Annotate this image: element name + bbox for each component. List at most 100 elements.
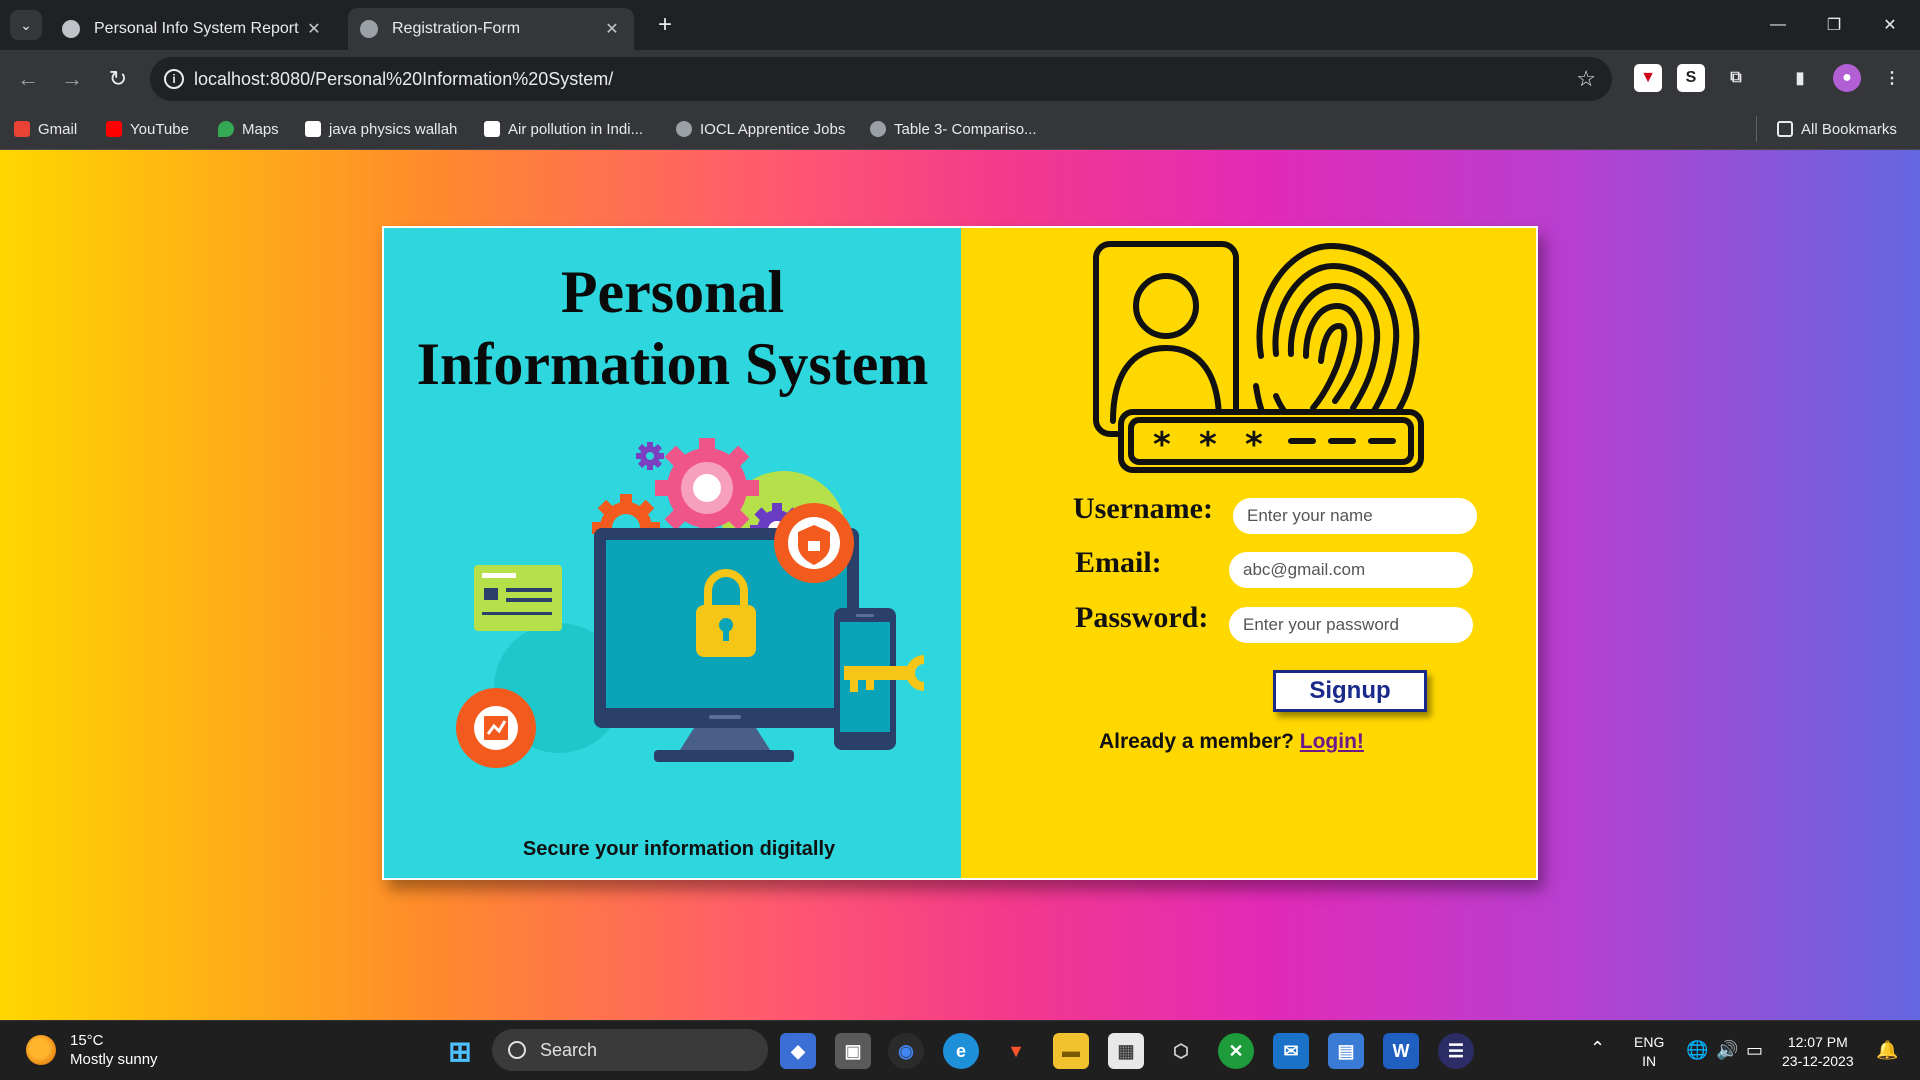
identity-fingerprint-icon: * * * — [1093, 241, 1424, 473]
menu-kebab-icon[interactable]: ⋮ — [1878, 64, 1906, 92]
close-tab-icon[interactable]: ✕ — [304, 19, 324, 39]
battery-icon[interactable]: ▭ — [1746, 1041, 1763, 1060]
network-globe-icon[interactable]: 🌐 — [1686, 1041, 1708, 1060]
tab-personal-info-report[interactable]: Personal Info System Report ✕ — [50, 8, 336, 50]
youtube-icon — [106, 121, 122, 137]
bookmark-star-icon[interactable]: ☆ — [1576, 66, 1596, 92]
s-extension-icon[interactable]: S — [1677, 64, 1705, 92]
new-tab-button[interactable]: + — [650, 10, 680, 40]
globe-favicon-icon — [360, 20, 378, 38]
login-link[interactable]: Login! — [1300, 730, 1364, 753]
signup-button[interactable]: Signup — [1273, 670, 1427, 712]
reload-icon[interactable]: ↻ — [102, 64, 134, 94]
back-icon[interactable]: ← — [12, 64, 44, 94]
clock[interactable]: 12:07 PM 23-12-2023 — [1782, 1033, 1854, 1071]
purple-gear-small-icon — [636, 442, 664, 470]
file-explorer-icon[interactable]: ▬ — [1053, 1033, 1089, 1069]
forward-icon[interactable]: → — [56, 64, 88, 94]
microsoft-store-icon[interactable]: ▦ — [1108, 1033, 1144, 1069]
username-input[interactable] — [1233, 498, 1477, 534]
chrome-icon[interactable]: ◉ — [888, 1033, 924, 1069]
bookmark-label: Table 3- Compariso... — [894, 120, 1037, 138]
tab-title: Registration-Form — [392, 20, 521, 37]
bookmark-label: Air pollution in Indi... — [508, 120, 644, 138]
email-label: Email: — [1075, 546, 1162, 579]
all-bookmarks[interactable]: All Bookmarks — [1756, 116, 1897, 142]
bookmark-table3[interactable]: Table 3- Compariso... — [870, 116, 1037, 142]
site-info-icon[interactable]: i — [164, 69, 184, 89]
bookmark-label: Maps — [242, 120, 279, 138]
restore-icon[interactable]: ❐ — [1814, 10, 1854, 40]
tagline: Secure your information digitally — [522, 838, 836, 860]
pocket-extension-icon[interactable]: ▼ — [1634, 64, 1662, 92]
pw-icon — [305, 121, 321, 137]
asterisk-glyph: * — [1153, 425, 1171, 465]
browser-toolbar: ← → ↻ i localhost:8080/Personal%20Inform… — [0, 50, 1920, 108]
lang-line1: ENG — [1634, 1034, 1665, 1050]
page-title: Personal Information System — [384, 256, 961, 400]
search-label: Search — [540, 1039, 598, 1060]
bookmark-air-pollution[interactable]: Air pollution in Indi... — [484, 116, 643, 142]
chart-badge-icon — [456, 688, 536, 768]
volume-icon[interactable]: 🔊 — [1716, 1041, 1738, 1060]
right-panel: * * * Username: Email: Password: Signup … — [961, 228, 1536, 878]
gmail-icon — [14, 121, 30, 137]
bookmark-iocl[interactable]: IOCL Apprentice Jobs — [676, 116, 845, 142]
bookmark-youtube[interactable]: YouTube — [106, 116, 189, 142]
minimize-icon[interactable]: — — [1758, 10, 1798, 40]
side-panel-icon[interactable]: ▮ — [1786, 64, 1814, 92]
tab-title: Personal Info System Report — [94, 20, 299, 37]
bookmark-label: IOCL Apprentice Jobs — [700, 120, 846, 138]
task-view-icon[interactable]: ▣ — [835, 1033, 871, 1069]
bookmark-gmail[interactable]: Gmail — [14, 116, 77, 142]
address-bar[interactable]: i localhost:8080/Personal%20Information%… — [150, 57, 1612, 101]
copilot-icon[interactable]: ◆ — [780, 1033, 816, 1069]
bookmarks-bar: Gmail YouTube Maps java physics wallah A… — [0, 108, 1920, 150]
language-indicator[interactable]: ENG IN — [1634, 1033, 1664, 1071]
clock-time: 12:07 PM — [1787, 1034, 1848, 1050]
edge-icon[interactable]: e — [943, 1033, 979, 1069]
search-icon — [508, 1041, 526, 1059]
lang-line2: IN — [1642, 1053, 1657, 1069]
bookmark-java-physics-wallah[interactable]: java physics wallah — [305, 116, 457, 142]
word-icon[interactable]: W — [1383, 1033, 1419, 1069]
username-label: Username: — [1073, 492, 1213, 525]
mail-icon[interactable]: ✉ — [1273, 1033, 1309, 1069]
id-card-icon — [474, 565, 562, 631]
tab-registration-form[interactable]: Registration-Form ✕ — [348, 8, 634, 50]
tab-strip: ⌄ Personal Info System Report ✕ Registra… — [0, 0, 1920, 50]
bookmark-label: java physics wallah — [329, 120, 458, 138]
close-window-icon[interactable]: ✕ — [1870, 10, 1910, 40]
pink-gear-icon — [655, 438, 759, 540]
extensions-puzzle-icon[interactable]: ⧉ — [1722, 64, 1750, 92]
taskbar-search[interactable]: Search — [492, 1029, 768, 1071]
weather-desc: Mostly sunny — [70, 1051, 158, 1068]
password-input[interactable] — [1229, 607, 1473, 643]
chevron-up-icon[interactable]: ⌃ — [1590, 1039, 1605, 1058]
openai-favicon-icon — [62, 20, 80, 38]
globe-icon — [676, 121, 692, 137]
windows-taskbar: 15°C Mostly sunny ⊞ Search ◆ ▣ ◉ e ▼ ▬ ▦… — [0, 1020, 1920, 1080]
close-tab-icon[interactable]: ✕ — [602, 19, 622, 39]
xbox-icon[interactable]: ✕ — [1218, 1033, 1254, 1069]
notification-bell-icon[interactable]: 🔔 — [1876, 1041, 1898, 1060]
profile-avatar-icon[interactable]: ● — [1833, 64, 1861, 92]
globe-icon — [870, 121, 886, 137]
url-text: localhost:8080/Personal%20Information%20… — [194, 68, 614, 89]
eclipse-icon[interactable]: ☰ — [1438, 1033, 1474, 1069]
title-line2: Information System — [416, 331, 929, 397]
tab-search-button[interactable]: ⌄ — [10, 10, 42, 40]
windows-start-icon[interactable]: ⊞ — [442, 1033, 478, 1069]
weather-temp: 15°C — [70, 1032, 104, 1049]
email-input[interactable] — [1229, 552, 1473, 588]
already-member-text: Already a member? Login! — [1099, 730, 1364, 754]
bookmark-maps[interactable]: Maps — [218, 116, 279, 142]
weather-widget[interactable]: 15°C Mostly sunny — [26, 1031, 158, 1069]
wikipedia-icon — [484, 121, 500, 137]
partly-sunny-icon — [26, 1035, 56, 1065]
brave-icon[interactable]: ▼ — [998, 1033, 1034, 1069]
unity-icon[interactable]: ⬡ — [1163, 1033, 1199, 1069]
registration-card: Personal Information System Secure your … — [382, 226, 1538, 880]
remote-desktop-icon[interactable]: ▤ — [1328, 1033, 1364, 1069]
left-panel: Personal Information System Secure your … — [384, 228, 961, 878]
